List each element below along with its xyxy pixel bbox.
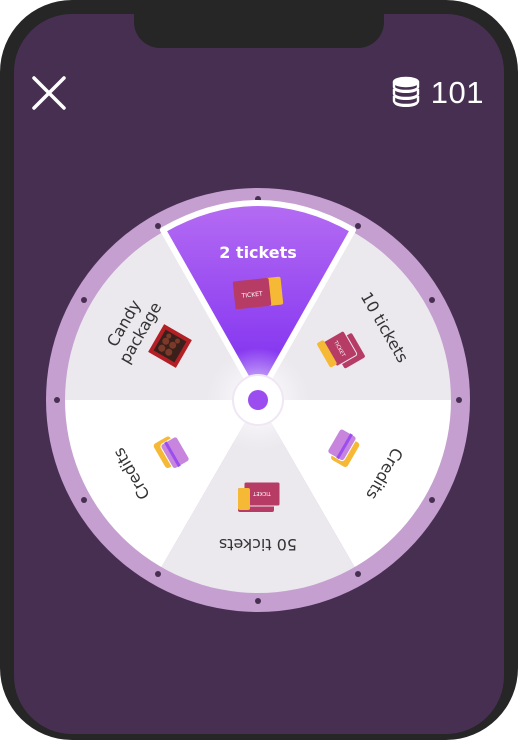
prize-wheel-graphic: 2 tickets TICKET 10 tickets TICKET Credi… xyxy=(46,188,470,612)
prize-wheel[interactable]: 2 tickets TICKET 10 tickets TICKET Credi… xyxy=(0,0,518,701)
svg-text:TICKET: TICKET xyxy=(252,490,271,496)
ticket-icon: TICKET xyxy=(232,276,284,310)
ticket-stack-icon: TICKET xyxy=(238,481,281,512)
prize-label-2-tickets: 2 tickets xyxy=(219,243,297,262)
prize-label-50-tickets: 50 tickets xyxy=(219,535,297,554)
hub-dot xyxy=(248,390,268,410)
